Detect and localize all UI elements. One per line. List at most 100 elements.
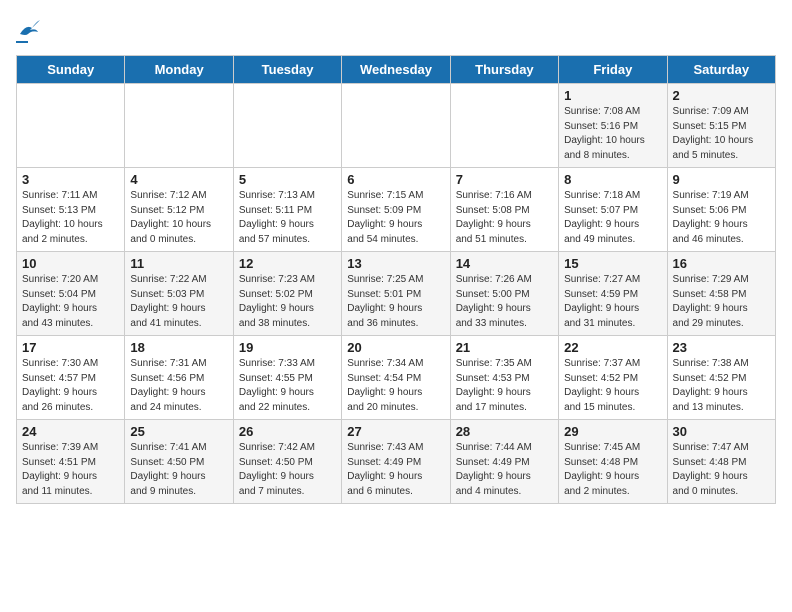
calendar-cell: 5 Sunrise: 7:13 AM Sunset: 5:11 PM Daylig…	[233, 168, 341, 252]
calendar-cell: 12 Sunrise: 7:23 AM Sunset: 5:02 PM Dayli…	[233, 252, 341, 336]
day-info: Sunrise: 7:20 AM Sunset: 5:04 PM Dayligh…	[22, 273, 119, 331]
weekday-header-saturday: Saturday	[667, 56, 775, 84]
calendar-cell: 20 Sunrise: 7:34 AM Sunset: 4:54 PM Dayli…	[342, 336, 450, 420]
calendar-cell: 10 Sunrise: 7:20 AM Sunset: 5:04 PM Dayli…	[17, 252, 125, 336]
day-info: Sunrise: 7:29 AM Sunset: 4:58 PM Dayligh…	[673, 273, 770, 331]
day-number: 28	[456, 424, 553, 439]
day-info: Sunrise: 7:13 AM Sunset: 5:11 PM Dayligh…	[239, 189, 336, 247]
weekday-header-friday: Friday	[559, 56, 667, 84]
calendar-cell	[342, 84, 450, 168]
calendar-cell: 27 Sunrise: 7:43 AM Sunset: 4:49 PM Dayli…	[342, 420, 450, 504]
day-number: 10	[22, 256, 119, 271]
day-number: 26	[239, 424, 336, 439]
day-info: Sunrise: 7:27 AM Sunset: 4:59 PM Dayligh…	[564, 273, 661, 331]
day-info: Sunrise: 7:45 AM Sunset: 4:48 PM Dayligh…	[564, 441, 661, 499]
day-number: 3	[22, 172, 119, 187]
calendar-cell	[125, 84, 233, 168]
calendar-cell: 9 Sunrise: 7:19 AM Sunset: 5:06 PM Daylig…	[667, 168, 775, 252]
calendar-cell: 23 Sunrise: 7:38 AM Sunset: 4:52 PM Dayli…	[667, 336, 775, 420]
day-info: Sunrise: 7:37 AM Sunset: 4:52 PM Dayligh…	[564, 357, 661, 415]
day-info: Sunrise: 7:23 AM Sunset: 5:02 PM Dayligh…	[239, 273, 336, 331]
day-number: 21	[456, 340, 553, 355]
day-info: Sunrise: 7:34 AM Sunset: 4:54 PM Dayligh…	[347, 357, 444, 415]
day-number: 4	[130, 172, 227, 187]
day-info: Sunrise: 7:43 AM Sunset: 4:49 PM Dayligh…	[347, 441, 444, 499]
day-info: Sunrise: 7:12 AM Sunset: 5:12 PM Dayligh…	[130, 189, 227, 247]
day-info: Sunrise: 7:35 AM Sunset: 4:53 PM Dayligh…	[456, 357, 553, 415]
day-info: Sunrise: 7:42 AM Sunset: 4:50 PM Dayligh…	[239, 441, 336, 499]
day-number: 25	[130, 424, 227, 439]
calendar-cell: 11 Sunrise: 7:22 AM Sunset: 5:03 PM Dayli…	[125, 252, 233, 336]
day-info: Sunrise: 7:30 AM Sunset: 4:57 PM Dayligh…	[22, 357, 119, 415]
day-number: 11	[130, 256, 227, 271]
day-number: 8	[564, 172, 661, 187]
day-info: Sunrise: 7:44 AM Sunset: 4:49 PM Dayligh…	[456, 441, 553, 499]
day-number: 7	[456, 172, 553, 187]
calendar-cell: 19 Sunrise: 7:33 AM Sunset: 4:55 PM Dayli…	[233, 336, 341, 420]
weekday-header-monday: Monday	[125, 56, 233, 84]
day-info: Sunrise: 7:15 AM Sunset: 5:09 PM Dayligh…	[347, 189, 444, 247]
day-number: 1	[564, 88, 661, 103]
day-info: Sunrise: 7:31 AM Sunset: 4:56 PM Dayligh…	[130, 357, 227, 415]
calendar-cell: 13 Sunrise: 7:25 AM Sunset: 5:01 PM Dayli…	[342, 252, 450, 336]
day-number: 9	[673, 172, 770, 187]
day-info: Sunrise: 7:41 AM Sunset: 4:50 PM Dayligh…	[130, 441, 227, 499]
logo-blue	[16, 41, 28, 43]
day-info: Sunrise: 7:25 AM Sunset: 5:01 PM Dayligh…	[347, 273, 444, 331]
calendar-cell: 29 Sunrise: 7:45 AM Sunset: 4:48 PM Dayli…	[559, 420, 667, 504]
weekday-header-thursday: Thursday	[450, 56, 558, 84]
day-info: Sunrise: 7:38 AM Sunset: 4:52 PM Dayligh…	[673, 357, 770, 415]
weekday-header-sunday: Sunday	[17, 56, 125, 84]
calendar-cell: 16Sunrise: 7:29 AM Sunset: 4:58 PM Dayli…	[667, 252, 775, 336]
calendar-cell: 28 Sunrise: 7:44 AM Sunset: 4:49 PM Dayli…	[450, 420, 558, 504]
calendar-cell: 26 Sunrise: 7:42 AM Sunset: 4:50 PM Dayli…	[233, 420, 341, 504]
day-number: 18	[130, 340, 227, 355]
calendar-cell: 21 Sunrise: 7:35 AM Sunset: 4:53 PM Dayli…	[450, 336, 558, 420]
day-info: Sunrise: 7:16 AM Sunset: 5:08 PM Dayligh…	[456, 189, 553, 247]
calendar-cell	[17, 84, 125, 168]
day-number: 30	[673, 424, 770, 439]
logo-bird-icon	[18, 20, 40, 38]
calendar-cell: 17 Sunrise: 7:30 AM Sunset: 4:57 PM Dayli…	[17, 336, 125, 420]
day-number: 29	[564, 424, 661, 439]
day-number: 22	[564, 340, 661, 355]
calendar-cell: 1 Sunrise: 7:08 AM Sunset: 5:16 PM Daylig…	[559, 84, 667, 168]
day-number: 17	[22, 340, 119, 355]
day-number: 24	[22, 424, 119, 439]
calendar-cell: 24 Sunrise: 7:39 AM Sunset: 4:51 PM Dayli…	[17, 420, 125, 504]
calendar-cell: 15 Sunrise: 7:27 AM Sunset: 4:59 PM Dayli…	[559, 252, 667, 336]
page-header	[16, 16, 776, 43]
calendar-cell: 4 Sunrise: 7:12 AM Sunset: 5:12 PM Daylig…	[125, 168, 233, 252]
day-number: 5	[239, 172, 336, 187]
calendar-cell: 25 Sunrise: 7:41 AM Sunset: 4:50 PM Dayli…	[125, 420, 233, 504]
day-number: 27	[347, 424, 444, 439]
day-info: Sunrise: 7:09 AM Sunset: 5:15 PM Dayligh…	[673, 105, 770, 163]
calendar-cell: 2 Sunrise: 7:09 AM Sunset: 5:15 PM Daylig…	[667, 84, 775, 168]
calendar-cell	[233, 84, 341, 168]
day-number: 13	[347, 256, 444, 271]
day-info: Sunrise: 7:11 AM Sunset: 5:13 PM Dayligh…	[22, 189, 119, 247]
day-info: Sunrise: 7:08 AM Sunset: 5:16 PM Dayligh…	[564, 105, 661, 163]
day-info: Sunrise: 7:19 AM Sunset: 5:06 PM Dayligh…	[673, 189, 770, 247]
day-number: 19	[239, 340, 336, 355]
calendar-cell: 7 Sunrise: 7:16 AM Sunset: 5:08 PM Daylig…	[450, 168, 558, 252]
weekday-header-wednesday: Wednesday	[342, 56, 450, 84]
day-info: Sunrise: 7:39 AM Sunset: 4:51 PM Dayligh…	[22, 441, 119, 499]
weekday-header-tuesday: Tuesday	[233, 56, 341, 84]
calendar-cell: 6 Sunrise: 7:15 AM Sunset: 5:09 PM Daylig…	[342, 168, 450, 252]
day-info: Sunrise: 7:22 AM Sunset: 5:03 PM Dayligh…	[130, 273, 227, 331]
day-number: 6	[347, 172, 444, 187]
day-info: Sunrise: 7:47 AM Sunset: 4:48 PM Dayligh…	[673, 441, 770, 499]
calendar-cell	[450, 84, 558, 168]
calendar-cell: 22 Sunrise: 7:37 AM Sunset: 4:52 PM Dayli…	[559, 336, 667, 420]
day-number: 15	[564, 256, 661, 271]
day-info: Sunrise: 7:26 AM Sunset: 5:00 PM Dayligh…	[456, 273, 553, 331]
day-info: Sunrise: 7:33 AM Sunset: 4:55 PM Dayligh…	[239, 357, 336, 415]
day-number: 20	[347, 340, 444, 355]
day-number: 12	[239, 256, 336, 271]
day-number: 23	[673, 340, 770, 355]
calendar-cell: 30 Sunrise: 7:47 AM Sunset: 4:48 PM Dayli…	[667, 420, 775, 504]
day-number: 2	[673, 88, 770, 103]
calendar-cell: 18 Sunrise: 7:31 AM Sunset: 4:56 PM Dayli…	[125, 336, 233, 420]
day-info: Sunrise: 7:18 AM Sunset: 5:07 PM Dayligh…	[564, 189, 661, 247]
